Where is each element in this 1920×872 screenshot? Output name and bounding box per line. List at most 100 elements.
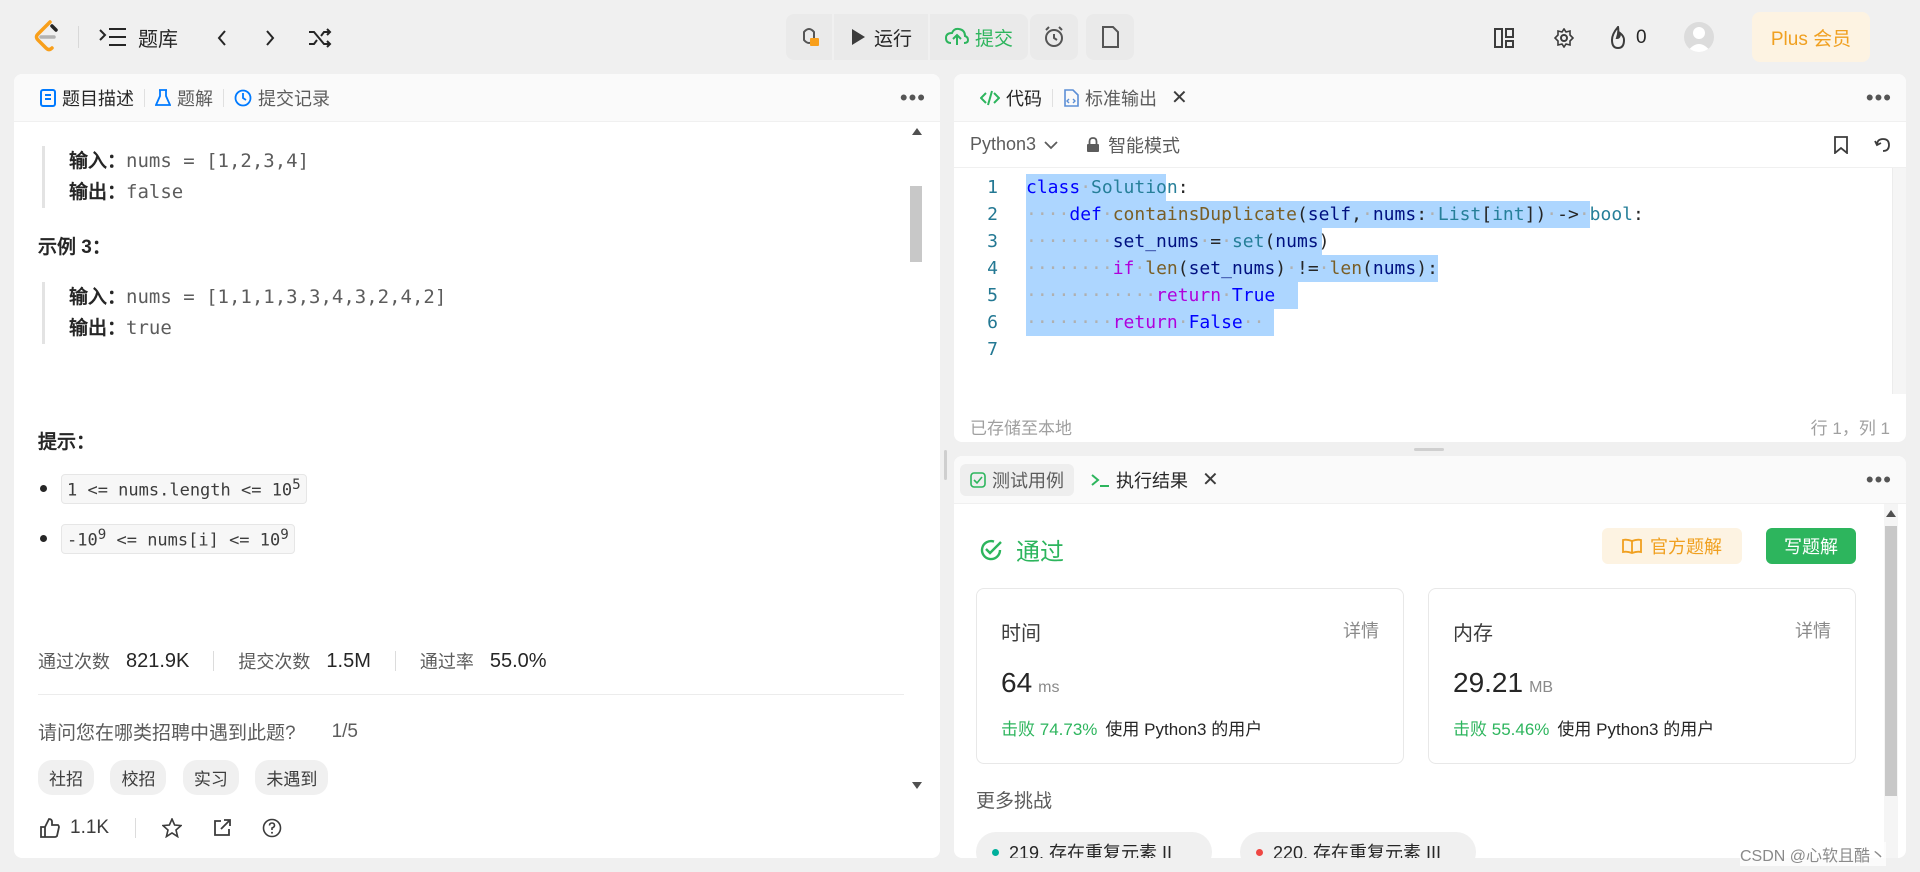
thumbs-up-icon	[40, 818, 60, 838]
code-editor[interactable]: 1 2 3 4 5 6 7 class·Solution: ····def·co…	[954, 168, 1906, 394]
mode-label: 智能模式	[1108, 135, 1181, 156]
reset-icon[interactable]	[1874, 136, 1892, 154]
survey-option[interactable]: 校招	[110, 760, 167, 795]
stat-label: 提交次数	[238, 652, 311, 672]
plus-membership-button[interactable]: Plus 会员	[1752, 12, 1870, 62]
challenge-chip[interactable]: 219. 存在重复元素 II	[976, 832, 1212, 858]
tab-result[interactable]: 执行结果 ✕	[1080, 467, 1229, 493]
debug-button[interactable]	[786, 14, 832, 60]
challenge-chip[interactable]: 220. 存在重复元素 III	[1240, 832, 1476, 858]
result-content: 通过 官方题解 写题解 时间 详情 64 ms 击败 74.73% 使用 Pyt…	[954, 504, 1906, 858]
hints-title: 提示：	[38, 432, 96, 453]
tab-stdout[interactable]: 标准输出 ✕	[1053, 85, 1198, 111]
history-icon	[234, 89, 252, 106]
input-label: 输入：	[69, 287, 127, 308]
share-icon[interactable]	[212, 818, 232, 838]
submit-button[interactable]: 提交	[930, 14, 1028, 60]
line-number: 6	[987, 312, 998, 333]
survey-option[interactable]: 社招	[38, 760, 94, 795]
smart-mode-toggle[interactable]: 智能模式	[1086, 132, 1180, 158]
run-button[interactable]: 运行	[834, 14, 928, 60]
memory-card[interactable]: 内存 详情 29.21 MB 击败 55.46% 使用 Python3 的用户	[1428, 588, 1856, 764]
tab-submissions[interactable]: 提交记录	[224, 85, 340, 111]
scroll-down-arrow[interactable]	[912, 782, 922, 789]
more-options-icon[interactable]: •••	[1866, 467, 1892, 493]
code-line: ········if·len(set_nums)·!=·len(nums):	[1026, 258, 1438, 279]
code-token: False	[1188, 312, 1243, 333]
description-tabbar: 题目描述 题解 提交记录 •••	[14, 74, 940, 122]
scroll-up-arrow[interactable]	[912, 128, 922, 135]
shuffle-icon[interactable]	[306, 24, 334, 52]
bookmark-icon[interactable]	[1834, 136, 1848, 154]
tab-submissions-label: 提交记录	[258, 88, 330, 109]
next-problem-icon[interactable]	[258, 26, 282, 50]
stat-value: 55.0%	[489, 649, 547, 672]
layout-icon[interactable]	[1492, 26, 1516, 50]
horizontal-splitter[interactable]	[1414, 448, 1444, 451]
divider	[394, 651, 396, 671]
chevron-down-icon	[1044, 140, 1058, 149]
checkbox-icon	[970, 471, 986, 488]
runtime-card[interactable]: 时间 详情 64 ms 击败 74.73% 使用 Python3 的用户	[976, 588, 1404, 764]
hint-sup: 9	[97, 527, 107, 543]
bottom-action-bar: 1.1K	[14, 798, 940, 858]
example-2-block: 输入：nums = [1,2,3,4] 输出：false	[42, 146, 309, 208]
card-title: 内存	[1453, 623, 1493, 645]
scrollbar[interactable]	[910, 122, 922, 858]
output-label: 输出：	[69, 318, 127, 339]
code-token: class	[1026, 177, 1081, 198]
close-icon[interactable]: ✕	[1171, 85, 1188, 110]
code-token: return	[1156, 285, 1222, 306]
editor-status-bar: 已存储至本地 行 1，列 1	[954, 410, 1906, 442]
tab-solutions-label: 题解	[177, 88, 213, 109]
tab-solutions[interactable]: 题解	[145, 85, 223, 111]
survey-option[interactable]: 未遇到	[255, 760, 329, 795]
more-options-icon[interactable]: •••	[1866, 85, 1892, 111]
scroll-up-arrow[interactable]	[1886, 510, 1896, 517]
scroll-thumb[interactable]	[1885, 526, 1897, 796]
tab-code[interactable]: 代码	[970, 85, 1052, 111]
official-solution-button[interactable]: 官方题解	[1602, 528, 1742, 564]
cloud-upload-icon	[944, 27, 969, 45]
top-bar: 题库 运行 提交 0 Plus 会员	[0, 0, 1920, 74]
result-scrollbar[interactable]	[1884, 504, 1898, 858]
detail-link[interactable]: 详情	[1343, 617, 1379, 643]
code-token: len	[1145, 258, 1178, 279]
streak-button[interactable]: 0	[1608, 24, 1647, 52]
vertical-splitter[interactable]	[944, 450, 947, 480]
leetcode-logo-icon[interactable]	[30, 18, 64, 56]
prev-problem-icon[interactable]	[210, 26, 234, 50]
more-options-icon[interactable]: •••	[900, 85, 926, 111]
timer-button[interactable]	[1030, 14, 1078, 60]
beat-text: 击败 74.73%	[1001, 715, 1097, 740]
editor-scrollbar[interactable]	[1892, 168, 1906, 394]
divider	[135, 818, 137, 838]
avatar[interactable]	[1684, 22, 1714, 52]
detail-link[interactable]: 详情	[1795, 617, 1831, 643]
close-icon[interactable]: ✕	[1202, 467, 1219, 492]
divider	[78, 26, 79, 48]
divider	[213, 651, 215, 671]
result-tabbar: 测试用例 执行结果 ✕ •••	[954, 456, 1906, 504]
settings-gear-icon[interactable]	[1552, 26, 1576, 50]
status-label: 通过	[1016, 539, 1064, 566]
scroll-thumb[interactable]	[910, 186, 922, 262]
write-solution-button[interactable]: 写题解	[1766, 528, 1856, 564]
list-icon	[98, 26, 128, 48]
stat-label: 通过次数	[38, 652, 110, 672]
survey-option[interactable]: 实习	[182, 760, 239, 795]
file-code-icon	[1064, 88, 1079, 107]
input-label: 输入：	[69, 151, 127, 172]
notes-button[interactable]	[1086, 14, 1134, 60]
like-button[interactable]: 1.1K	[40, 817, 109, 839]
editor-toolbar: Python3 智能模式	[954, 122, 1906, 168]
stats-row: 通过次数 821.9K 提交次数 1.5M 通过率 55.0%	[38, 648, 547, 674]
code-token: int	[1492, 204, 1525, 225]
star-icon[interactable]	[162, 818, 183, 838]
tab-description[interactable]: 题目描述	[30, 85, 144, 111]
tab-testcase[interactable]: 测试用例	[960, 463, 1074, 496]
problem-list-button[interactable]: 题库	[98, 20, 178, 54]
note-icon	[1102, 26, 1119, 48]
language-select[interactable]: Python3	[970, 134, 1058, 155]
help-icon[interactable]	[262, 818, 282, 838]
